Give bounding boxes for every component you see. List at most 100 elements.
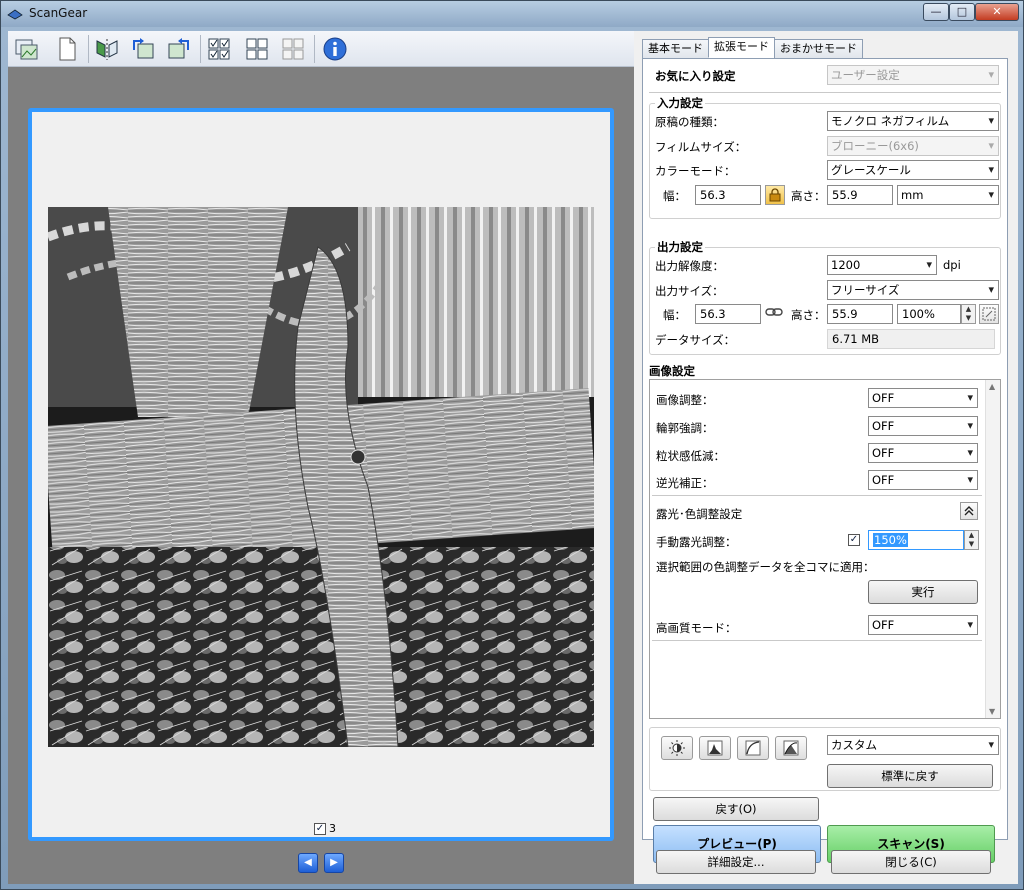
output-resolution-dropdown[interactable]: 1200: [827, 255, 937, 275]
selected-film-frame[interactable]: ✓ 3: [28, 108, 614, 841]
advanced-mode-panel: お気に入り設定 ユーザー設定 入力設定 原稿の種類： モノクロ ネガフィルム フ…: [642, 58, 1008, 863]
client-area: ✓ 3 ◀ ▶ 基本モード 拡張モード おまかせモード お気に入り設定 ユーザー…: [8, 31, 1018, 884]
title-bar[interactable]: ScanGear — □ ✕: [1, 1, 1023, 27]
maximize-button[interactable]: □: [949, 3, 975, 21]
grain-reduction-dropdown[interactable]: OFF: [868, 443, 978, 463]
select-all-frames-icon[interactable]: [204, 34, 234, 64]
tab-auto-mode[interactable]: おまかせモード: [774, 39, 863, 58]
preferences-button[interactable]: 詳細設定...: [656, 850, 816, 874]
window-title: ScanGear: [29, 6, 88, 20]
aspect-lock-icon[interactable]: [765, 185, 785, 205]
output-height-label: 高さ：: [791, 308, 826, 322]
exposure-section-label: 露光･色調整設定: [656, 507, 743, 521]
output-width-label: 幅：: [663, 308, 686, 322]
close-window-button[interactable]: ✕: [975, 3, 1019, 21]
blank-page-icon[interactable]: [52, 34, 82, 64]
collapse-section-icon[interactable]: [960, 502, 978, 520]
size-settings-icon[interactable]: [979, 304, 999, 324]
toolbar-separator: [314, 35, 315, 63]
output-width-field[interactable]: 56.3: [695, 304, 761, 324]
manual-exposure-label: 手動露光調整：: [656, 535, 737, 549]
manual-exposure-value: 150%: [873, 533, 908, 547]
color-mode-label: カラーモード：: [655, 164, 736, 178]
previous-frame-button[interactable]: ◀: [298, 853, 318, 873]
divider: [652, 640, 982, 641]
final-review-icon[interactable]: [775, 736, 807, 760]
tone-preset-dropdown[interactable]: カスタム: [827, 735, 999, 755]
image-settings-list[interactable]: ▲ ▼ 画像調整： OFF 輪郭強調： OFF 粒状感低減： OFF 逆光補正：…: [649, 379, 1001, 719]
frame-number: 3: [329, 822, 336, 835]
reset-to-default-button[interactable]: 標準に戻す: [827, 764, 993, 788]
toolbar-separator: [200, 35, 201, 63]
backlight-correction-label: 逆光補正：: [656, 476, 714, 490]
mode-tabs: 基本モード 拡張モード おまかせモード: [642, 37, 863, 59]
scale-spinner[interactable]: ▲ ▼: [961, 304, 976, 324]
resolution-unit: dpi: [943, 258, 961, 272]
tab-advanced-mode[interactable]: 拡張モード: [708, 37, 775, 58]
favorites-dropdown[interactable]: ユーザー設定: [827, 65, 999, 85]
brightness-contrast-icon[interactable]: [661, 736, 693, 760]
input-width-label: 幅：: [663, 189, 686, 203]
scanned-photo-image[interactable]: [48, 207, 594, 747]
output-settings-title: 出力設定: [655, 239, 705, 255]
image-settings-title: 画像設定: [649, 364, 695, 378]
tone-curve-icon[interactable]: [737, 736, 769, 760]
output-scale-field[interactable]: 100%: [897, 304, 961, 324]
scangear-app-icon: [7, 7, 23, 21]
rotate-right-icon[interactable]: [164, 34, 194, 64]
color-mode-dropdown[interactable]: グレースケール: [827, 160, 999, 180]
film-size-label: フィルムサイズ：: [655, 140, 747, 154]
minimize-button[interactable]: —: [923, 3, 949, 21]
frame-3-checkbox[interactable]: ✓ 3: [314, 822, 336, 835]
source-type-dropdown[interactable]: モノクロ ネガフィルム: [827, 111, 999, 131]
clear-frames-icon[interactable]: [278, 34, 308, 64]
thumbnail-view-icon[interactable]: [12, 34, 42, 64]
backlight-correction-dropdown[interactable]: OFF: [868, 470, 978, 490]
image-settings-scrollbar[interactable]: ▲ ▼: [985, 380, 1000, 718]
favorites-label: お気に入り設定: [655, 69, 736, 83]
next-frame-button[interactable]: ▶: [324, 853, 344, 873]
grain-reduction-label: 粒状感低減：: [656, 449, 725, 463]
high-quality-label: 高画質モード：: [656, 621, 737, 635]
scangear-window: ScanGear — □ ✕ ✓ 3 ◀ ▶ 基本モード 拡張モード おまかせモ…: [0, 0, 1024, 890]
info-icon[interactable]: [320, 34, 350, 64]
preview-toolbar: [8, 31, 634, 67]
histogram-icon[interactable]: [699, 736, 731, 760]
film-size-dropdown[interactable]: ブローニー(6x6): [827, 136, 999, 156]
grid-view-icon[interactable]: [242, 34, 272, 64]
data-size-label: データサイズ：: [655, 333, 736, 347]
exposure-spinner[interactable]: ▲ ▼: [964, 530, 979, 550]
unsharp-mask-dropdown[interactable]: OFF: [868, 416, 978, 436]
image-adjust-label: 画像調整：: [656, 393, 714, 407]
manual-exposure-checkbox[interactable]: ✓: [848, 534, 860, 546]
manual-exposure-field[interactable]: 150%: [868, 530, 964, 550]
divider: [649, 92, 1001, 93]
back-button[interactable]: 戻す(O): [653, 797, 819, 821]
input-width-field[interactable]: 56.3: [695, 185, 761, 205]
tab-basic-mode[interactable]: 基本モード: [642, 39, 709, 58]
close-button[interactable]: 閉じる(C): [831, 850, 991, 874]
input-height-field[interactable]: 55.9: [827, 185, 893, 205]
divider: [652, 495, 982, 496]
rotate-left-icon[interactable]: [128, 34, 158, 64]
output-resolution-label: 出力解像度：: [655, 259, 724, 273]
output-height-field[interactable]: 55.9: [827, 304, 893, 324]
link-chain-icon[interactable]: [765, 306, 783, 321]
input-height-label: 高さ：: [791, 189, 826, 203]
apply-all-label: 選択範囲の色調整データを全コマに適用：: [656, 560, 875, 574]
input-settings-title: 入力設定: [655, 95, 705, 111]
high-quality-dropdown[interactable]: OFF: [868, 615, 978, 635]
frame-checkbox-box[interactable]: ✓: [314, 822, 326, 835]
data-size-value: 6.71 MB: [827, 329, 995, 349]
unit-dropdown[interactable]: mm: [897, 185, 999, 205]
source-type-label: 原稿の種類：: [655, 115, 724, 129]
unsharp-mask-label: 輪郭強調：: [656, 421, 714, 435]
toolbar-separator: [88, 35, 89, 63]
preview-area: ✓ 3 ◀ ▶: [8, 67, 634, 884]
output-size-label: 出力サイズ：: [655, 284, 724, 298]
settings-panel: 基本モード 拡張モード おまかせモード お気に入り設定 ユーザー設定 入力設定 …: [634, 31, 1018, 884]
output-size-dropdown[interactable]: フリーサイズ: [827, 280, 999, 300]
image-adjust-dropdown[interactable]: OFF: [868, 388, 978, 408]
mirror-icon[interactable]: [92, 34, 122, 64]
execute-button[interactable]: 実行: [868, 580, 978, 604]
